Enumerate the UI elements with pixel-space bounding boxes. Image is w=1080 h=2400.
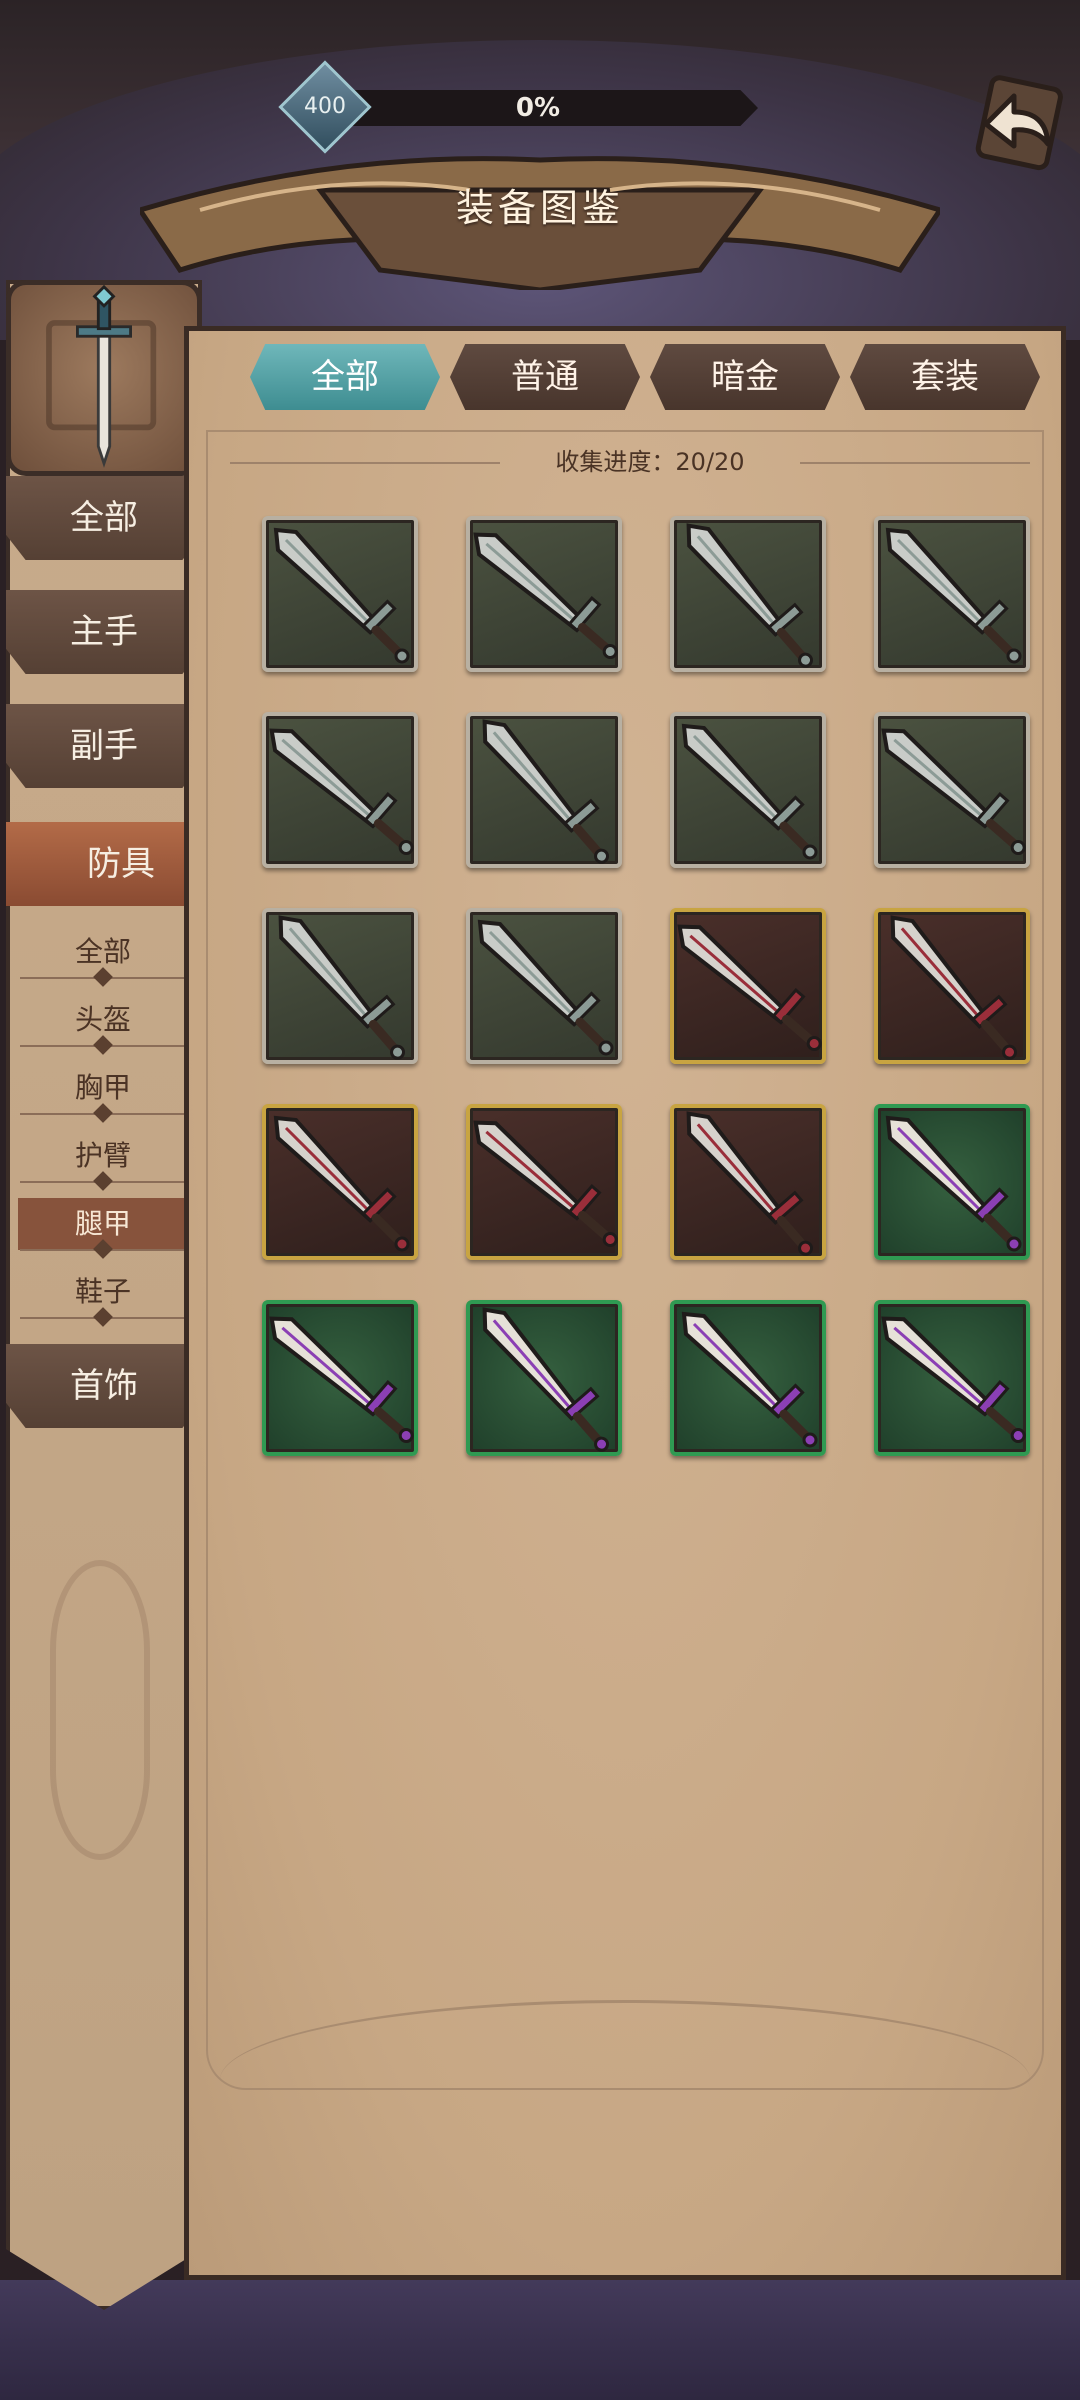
wavy-blade-icon [881, 728, 1026, 856]
equipment-slot[interactable] [466, 1300, 622, 1456]
equipment-slot[interactable] [874, 908, 1030, 1064]
equipment-slot[interactable] [670, 712, 826, 868]
equipment-slot[interactable] [874, 1104, 1030, 1260]
category-emblem [6, 280, 202, 476]
equipment-slot[interactable] [670, 908, 826, 1064]
equipment-slot[interactable] [874, 712, 1030, 868]
equipment-slot[interactable] [874, 516, 1030, 672]
filter-tab-all[interactable]: 全部 [250, 344, 440, 410]
panel-ornament [50, 1560, 150, 1860]
side-tab-all[interactable]: 全部 [6, 476, 202, 560]
dagger-icon [269, 728, 414, 856]
equipment-slot[interactable] [466, 908, 622, 1064]
side-tab-accessory[interactable]: 首饰 [6, 1344, 202, 1428]
side-tab-main-hand[interactable]: 主手 [6, 590, 202, 674]
equipment-slot[interactable] [262, 1104, 418, 1260]
equipment-slot[interactable] [670, 1300, 826, 1456]
panel-bottom-arc [220, 2000, 1030, 2160]
equipment-slot[interactable] [466, 516, 622, 672]
spiked-sword-icon [881, 1316, 1026, 1444]
spiked-sword-icon [890, 915, 1018, 1060]
sword-icon [681, 1311, 818, 1448]
divider [230, 462, 500, 464]
scimitar-icon [885, 527, 1022, 664]
collection-progress: 收集进度：20/20 [555, 448, 745, 476]
back-arrow-icon[interactable] [966, 74, 1066, 174]
curved-blade-icon [278, 915, 406, 1060]
cleaver-icon [482, 719, 610, 864]
equipment-slot[interactable] [466, 1104, 622, 1260]
katana-icon [681, 723, 818, 860]
sword-emblem-icon [46, 284, 157, 468]
equipment-slot[interactable] [262, 1300, 418, 1456]
filter-tab-normal[interactable]: 普通 [450, 344, 640, 410]
equipment-slot[interactable] [262, 516, 418, 672]
progress-text: 0% [515, 93, 561, 123]
page-title: 装备图鉴 [455, 186, 624, 230]
side-tab-off-hand[interactable]: 副手 [6, 704, 202, 788]
sword-icon [273, 1115, 410, 1252]
sword-icon [473, 532, 618, 660]
divider [800, 462, 1030, 464]
panel-inner-frame [206, 430, 1044, 2090]
equipment-slot[interactable] [262, 712, 418, 868]
ornate-sword-icon [269, 1316, 414, 1444]
level-value: 400 [304, 94, 346, 119]
sword-icon [686, 1111, 814, 1256]
demon-blade-icon [885, 1115, 1022, 1252]
sword-icon [273, 527, 410, 664]
katana-icon [686, 523, 814, 668]
flame-blade-icon [482, 1307, 610, 1452]
greatsword-icon [677, 924, 822, 1052]
filter-tab-set[interactable]: 套装 [850, 344, 1040, 410]
sword-icon [477, 919, 614, 1056]
equipment-slot[interactable] [874, 1300, 1030, 1456]
bottom-background [0, 2280, 1080, 2400]
filter-tab-dark-gold[interactable]: 暗金 [650, 344, 840, 410]
equipment-slot[interactable] [670, 1104, 826, 1260]
equipment-slot[interactable] [670, 516, 826, 672]
equipment-slot[interactable] [262, 908, 418, 1064]
skull-blade-icon [473, 1120, 618, 1248]
equipment-slot[interactable] [466, 712, 622, 868]
